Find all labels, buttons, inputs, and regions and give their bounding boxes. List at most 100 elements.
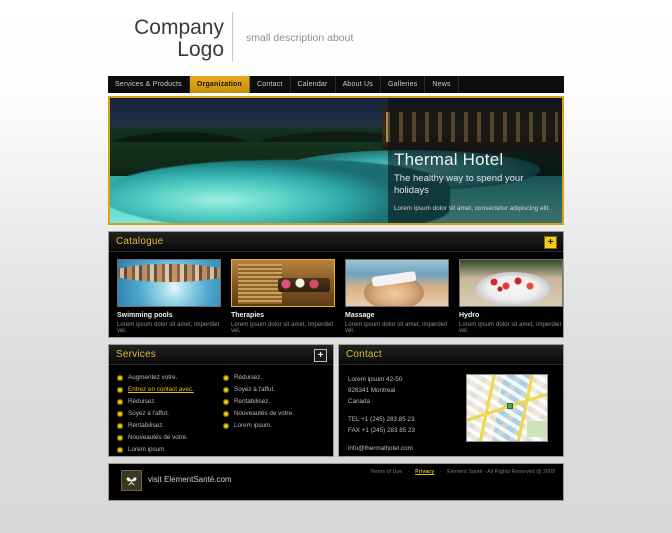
catalogue-title: Catalogue xyxy=(116,236,164,247)
hero-text-block: Thermal Hotel The healthy way to spend y… xyxy=(394,151,554,212)
catalogue-thumbnail-massage[interactable] xyxy=(345,259,449,307)
catalogue-item-title: Massage xyxy=(345,312,375,319)
catalogue-item-desc: Lorem ipsum dolor sit amet, imperdiet ve… xyxy=(345,322,448,334)
footer-terms-link[interactable]: Terms of Use xyxy=(370,469,402,475)
service-link[interactable]: Soyez à l'affut. xyxy=(117,410,217,417)
nav-item-calendar[interactable]: Calendar xyxy=(291,76,336,93)
hydro-image xyxy=(460,260,562,306)
therapies-image xyxy=(232,260,334,306)
nav-item-galleries[interactable]: Galleries xyxy=(381,76,426,93)
contact-header: Contact xyxy=(339,345,563,365)
service-link[interactable]: Nouveautés de votre. xyxy=(223,410,323,417)
contact-email[interactable]: info@thermalhotel.com xyxy=(348,443,458,454)
catalogue-thumbnail-swimming-pools[interactable] xyxy=(117,259,221,307)
footer-visit-link[interactable]: visit ElementSanté.com xyxy=(148,475,232,484)
footer-legal: Terms of Use - Privacy - Élément Santé -… xyxy=(370,469,555,475)
service-label: Réduisez. xyxy=(234,374,263,381)
service-link[interactable]: Soyez à l'affut. xyxy=(223,386,323,393)
contact-spacer-2 xyxy=(348,436,458,443)
bullet-icon xyxy=(117,446,123,453)
header-divider xyxy=(232,12,233,62)
services-title: Services xyxy=(116,349,156,360)
contact-tel: TEL +1 (245) 283 85 23 xyxy=(348,416,415,424)
service-label: Rentabilisez. xyxy=(234,398,271,405)
contact-spacer-1 xyxy=(348,407,458,414)
contact-address-line-2: 926341 Montreal xyxy=(348,387,396,395)
contact-map-thumbnail[interactable] xyxy=(466,374,548,442)
services-column-1: Augmentez votre. Entrez en contact avec.… xyxy=(117,374,217,458)
service-link-active[interactable]: Entrez en contact avec. xyxy=(117,386,217,393)
catalogue-grid: Swimming pools Lorem ipsum dolor sit ame… xyxy=(109,252,563,334)
contact-body: Lorem ipsum 42-50 926341 Montreal Canada… xyxy=(339,365,563,454)
catalogue-panel: Catalogue + Swimming pools Lorem ipsum d… xyxy=(108,231,564,338)
footer-separator-1: - xyxy=(407,469,410,475)
services-panel: Services + Augmentez votre. Entrez en co… xyxy=(108,344,334,457)
bullet-icon xyxy=(223,386,229,393)
bullet-icon xyxy=(117,434,123,441)
contact-address-line-1: Lorem ipsum 42-50 xyxy=(348,376,403,383)
nav-item-services-products[interactable]: Services & Products xyxy=(108,76,190,93)
logo-line-1: Company xyxy=(134,16,224,39)
contact-title: Contact xyxy=(346,349,382,360)
nav-item-organization[interactable]: Organization xyxy=(189,76,251,93)
service-link[interactable]: Rentabilisez. xyxy=(223,398,323,405)
service-link[interactable]: Lorem ipsum. xyxy=(117,446,217,453)
service-link[interactable]: Réduisez. xyxy=(223,374,323,381)
services-header: Services + xyxy=(109,345,333,365)
map-marker-icon xyxy=(507,403,513,409)
nav-item-about-us[interactable]: About Us xyxy=(336,76,381,93)
catalogue-item-desc: Lorem ipsum dolor sit amet, imperdiet ve… xyxy=(117,322,220,334)
service-link[interactable]: Réduisez. xyxy=(117,398,217,405)
services-columns: Augmentez votre. Entrez en contact avec.… xyxy=(109,365,333,458)
plus-icon[interactable]: + xyxy=(314,349,327,362)
header-tagline: small description about xyxy=(246,32,354,44)
catalogue-item-desc: Lorem ipsum dolor sit amet, imperdiet ve… xyxy=(459,322,562,334)
contact-panel: Contact Lorem ipsum 42-50 926341 Montrea… xyxy=(338,344,564,457)
catalogue-item[interactable]: Swimming pools Lorem ipsum dolor sit ame… xyxy=(117,259,221,334)
logo-line-2: Logo xyxy=(177,38,224,61)
service-link[interactable]: Rentabilisez. xyxy=(117,422,217,429)
service-label: Nouveautés de votre. xyxy=(128,434,188,441)
hero-subtitle: The healthy way to spend your holidays xyxy=(394,172,524,197)
bullet-icon xyxy=(117,374,123,381)
site-footer: visit ElementSanté.com Terms of Use - Pr… xyxy=(108,463,564,501)
footer-privacy-link[interactable]: Privacy xyxy=(415,469,434,475)
catalogue-item[interactable]: Massage Lorem ipsum dolor sit amet, impe… xyxy=(345,259,449,334)
nav-item-news[interactable]: News xyxy=(425,76,459,93)
services-column-2: Réduisez. Soyez à l'affut. Rentabilisez.… xyxy=(223,374,323,458)
service-label: Entrez en contact avec. xyxy=(128,386,194,393)
service-link[interactable]: Augmentez votre. xyxy=(117,374,217,381)
hero-title: Thermal Hotel xyxy=(394,150,504,169)
catalogue-thumbnail-hydro[interactable] xyxy=(459,259,563,307)
service-link[interactable]: Lorem ipsum. xyxy=(223,422,323,429)
service-link[interactable]: Nouveautés de votre. xyxy=(117,434,217,441)
catalogue-item[interactable]: Therapies Lorem ipsum dolor sit amet, im… xyxy=(231,259,335,334)
service-label: Lorem ipsum. xyxy=(128,446,167,453)
page-root: Company Logo small description about Ser… xyxy=(0,0,672,533)
service-label: Nouveautés de votre. xyxy=(234,410,294,417)
bullet-icon xyxy=(223,398,229,405)
nav-item-contact[interactable]: Contact xyxy=(250,76,291,93)
bullet-icon xyxy=(223,374,229,381)
service-label: Lorem ipsum. xyxy=(234,422,273,429)
footer-copyright: Élément Santé - All Rights Reserved @ 20… xyxy=(447,469,555,475)
plus-icon[interactable]: + xyxy=(544,236,557,249)
catalogue-thumbnail-therapies[interactable] xyxy=(231,259,335,307)
catalogue-item[interactable]: Hydro Lorem ipsum dolor sit amet, imperd… xyxy=(459,259,563,334)
contact-info: Lorem ipsum 42-50 926341 Montreal Canada… xyxy=(348,374,458,454)
service-label: Soyez à l'affut. xyxy=(128,410,169,417)
swimming-pool-image xyxy=(118,260,220,306)
hero-banner[interactable]: Thermal Hotel The healthy way to spend y… xyxy=(108,96,564,225)
main-navigation: Services & Products Organization Contact… xyxy=(108,76,564,93)
bullet-icon xyxy=(117,422,123,429)
company-logo[interactable]: Company Logo xyxy=(124,17,224,60)
catalogue-item-title: Hydro xyxy=(459,312,480,319)
map-park xyxy=(527,421,547,437)
hero-description: Lorem ipsum dolor sit amet, consectetur … xyxy=(394,204,551,212)
catalogue-header: Catalogue + xyxy=(109,232,563,252)
service-label: Soyez à l'affut. xyxy=(234,386,275,393)
site-header: Company Logo small description about xyxy=(0,0,672,74)
butterfly-icon[interactable] xyxy=(121,470,142,491)
catalogue-item-desc: Lorem ipsum dolor sit amet, imperdiet ve… xyxy=(231,322,334,334)
